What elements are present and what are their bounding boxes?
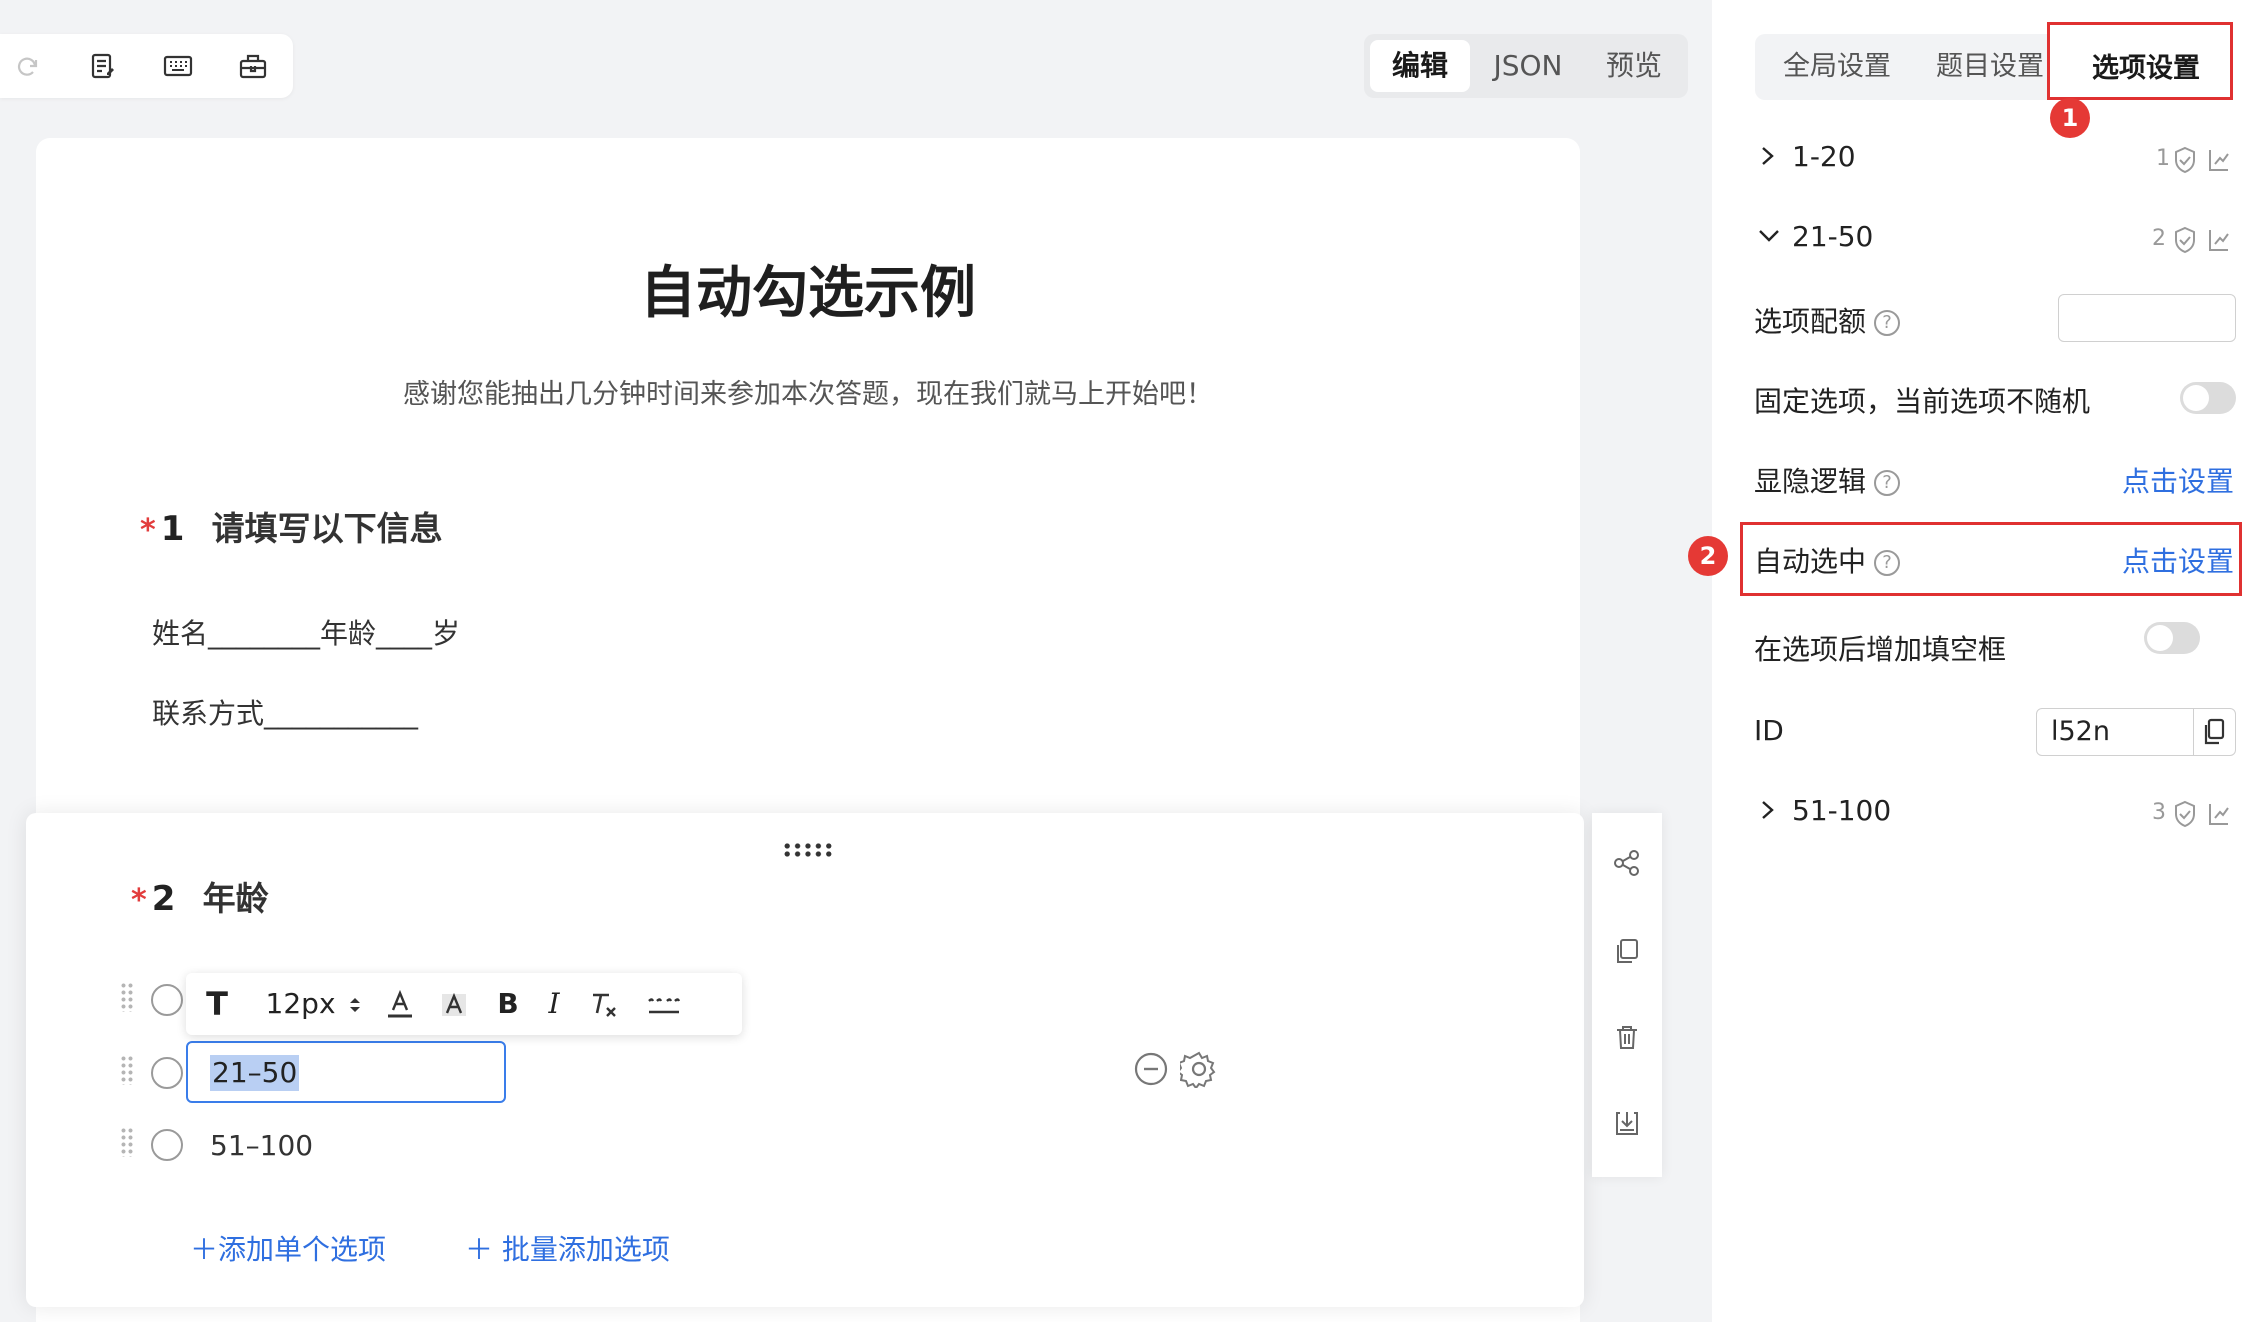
option-group-label[interactable]: 21-50 (1792, 220, 1873, 253)
survey-title[interactable]: 自动勾选示例 (36, 248, 1580, 329)
remove-option-icon[interactable] (1134, 1052, 1168, 1086)
option-drag-handle[interactable] (120, 982, 134, 1012)
id-label: ID (1754, 714, 1784, 747)
id-value: l52n (2051, 716, 2110, 747)
copy-icon[interactable] (1607, 931, 1647, 971)
fill-blank-toggle[interactable] (2144, 622, 2200, 654)
card-drag-handle[interactable] (782, 842, 834, 858)
option-group-count: 1 (2156, 146, 2170, 171)
question-number: 2 (151, 879, 176, 919)
copy-id-icon[interactable] (2200, 717, 2228, 751)
tab-preview[interactable]: 预览 (1586, 40, 1682, 92)
option-text-input[interactable]: 21–50 (186, 1041, 506, 1103)
fixed-option-toggle[interactable] (2180, 382, 2236, 414)
tab-question-settings[interactable]: 题目设置 (1936, 34, 2044, 100)
help-icon[interactable]: ? (1874, 550, 1901, 576)
logic-icon[interactable] (1607, 843, 1647, 883)
visibility-setting-link[interactable]: 点击设置 (2122, 460, 2234, 500)
toolbox-icon[interactable] (233, 46, 273, 86)
question-number: 1 (160, 509, 185, 549)
option-group-count: 3 (2152, 800, 2166, 825)
option-group-count: 2 (2152, 226, 2166, 251)
option-drag-handle[interactable] (120, 1055, 134, 1085)
chevron-right-icon[interactable] (1758, 796, 1778, 828)
fill-blank-label: 在选项后增加填空框 (1754, 633, 2007, 666)
shield-check-icon (2172, 226, 2198, 258)
blank-insert-icon[interactable] (644, 973, 684, 1035)
quota-edit-icon[interactable] (2206, 146, 2232, 178)
italic-button[interactable]: I (538, 973, 570, 1035)
save-icon[interactable] (1607, 1103, 1647, 1143)
visibility-row: 显隐逻辑? (1754, 460, 1901, 500)
option-radio[interactable] (151, 1057, 183, 1089)
visibility-label: 显隐逻辑 (1754, 465, 1867, 498)
q1-header: * 1 请填写以下信息 (140, 502, 443, 550)
option-group-label[interactable]: 1-20 (1792, 140, 1856, 173)
chevron-right-icon[interactable] (1758, 142, 1778, 174)
batch-add-options-link[interactable]: ＋ 批量添加选项 (465, 1228, 670, 1268)
auto-select-setting-link[interactable]: 点击设置 (2122, 540, 2234, 580)
view-mode-tabs: 编辑 JSON 预览 (1364, 34, 1688, 98)
required-mark: * (131, 883, 147, 918)
option-radio[interactable] (151, 984, 183, 1016)
option-group-label[interactable]: 51-100 (1792, 794, 1891, 827)
question-side-tools (1592, 813, 1662, 1177)
option-selected-text: 21–50 (210, 1055, 300, 1091)
option-settings-gear-icon[interactable] (1176, 1050, 1218, 1090)
auto-select-row: 自动选中? (1754, 540, 1901, 580)
font-highlight-icon[interactable] (436, 973, 472, 1035)
rich-text-toolbar: T 12px B I (186, 973, 742, 1035)
help-icon[interactable]: ? (1874, 310, 1901, 336)
tab-edit[interactable]: 编辑 (1370, 40, 1470, 92)
q1-name-age-line[interactable]: 姓名________年龄____岁 (152, 612, 460, 652)
font-color-icon[interactable] (382, 973, 418, 1035)
survey-intro[interactable]: 感谢您能抽出几分钟时间来参加本次答题，现在我们就马上开始吧！ (36, 372, 1580, 411)
quota-edit-icon[interactable] (2206, 800, 2232, 832)
option-label[interactable]: 51–100 (210, 1129, 313, 1162)
q2-header: * 2 年龄 (131, 872, 269, 920)
text-style-button[interactable]: T (202, 973, 232, 1035)
redo-icon[interactable] (8, 46, 48, 86)
question-title[interactable]: 请填写以下信息 (212, 509, 443, 548)
editor-toolbar (0, 34, 293, 98)
step-badge-1: 1 (2050, 98, 2090, 138)
option-radio[interactable] (151, 1129, 183, 1161)
id-field-divider (2193, 709, 2194, 755)
updown-arrow-icon (350, 998, 361, 1012)
delete-icon[interactable] (1607, 1017, 1647, 1057)
bold-button[interactable]: B (492, 973, 524, 1035)
quota-input[interactable] (2058, 294, 2236, 342)
auto-select-label: 自动选中 (1754, 545, 1867, 578)
font-size-value: 12px (265, 987, 336, 1020)
fixed-option-label: 固定选项，当前选项不随机 (1754, 385, 2091, 418)
quota-edit-icon[interactable] (2206, 226, 2232, 258)
tab-json[interactable]: JSON (1478, 40, 1578, 92)
q1-contact-line[interactable]: 联系方式___________ (152, 692, 418, 732)
keyboard-icon[interactable] (158, 46, 198, 86)
shield-check-icon (2172, 800, 2198, 832)
shield-check-icon (2172, 146, 2198, 178)
step-badge-2: 2 (1688, 536, 1728, 576)
chevron-down-icon[interactable] (1756, 226, 1782, 250)
quota-row: 选项配额? (1754, 300, 1901, 340)
clear-format-icon[interactable] (586, 973, 622, 1035)
highlight-box-option-tab (2047, 22, 2233, 100)
tab-global-settings[interactable]: 全局设置 (1783, 34, 1891, 100)
id-field[interactable]: l52n (2036, 708, 2236, 756)
question-title[interactable]: 年龄 (203, 879, 269, 918)
add-single-option-link[interactable]: ＋添加单个选项 (190, 1228, 386, 1268)
option-drag-handle[interactable] (120, 1127, 134, 1157)
required-mark: * (140, 513, 156, 548)
help-icon[interactable]: ? (1874, 470, 1901, 496)
quota-label: 选项配额 (1754, 305, 1867, 338)
font-size-select[interactable]: 12px (264, 973, 364, 1035)
form-edit-icon[interactable] (83, 46, 123, 86)
